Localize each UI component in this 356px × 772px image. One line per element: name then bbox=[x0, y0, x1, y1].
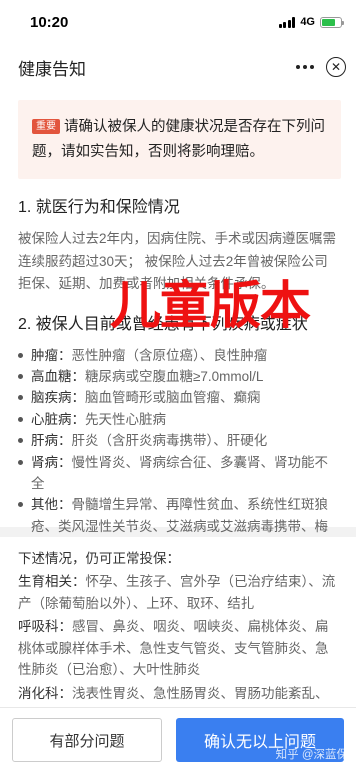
page-title: 健康告知 bbox=[18, 59, 86, 79]
important-badge: 重要 bbox=[32, 119, 60, 134]
allowed-conditions-title: 下述情况，仍可正常投保： bbox=[18, 551, 180, 566]
disease-label: 心脏病： bbox=[31, 411, 85, 427]
disease-text: 肝炎（含肝炎病毒携带）、肝硬化 bbox=[71, 433, 268, 449]
close-icon[interactable]: ✕ bbox=[326, 57, 346, 77]
allowed-label: 生育相关： bbox=[18, 574, 86, 589]
allowed-label: 呼吸科： bbox=[18, 619, 72, 634]
disease-label: 肝病： bbox=[31, 433, 72, 449]
watermark: 知乎 @深蓝保 bbox=[275, 749, 348, 761]
child-version-overlay-text: 儿童版本 bbox=[110, 277, 311, 334]
more-icon[interactable] bbox=[296, 57, 314, 77]
allowed-label: 消化科： bbox=[18, 685, 72, 701]
disease-text: 糖尿病或空腹血糖≥7.0mmol/L bbox=[85, 368, 264, 384]
list-item: 心脏病：先天性心脏病 bbox=[18, 409, 341, 430]
list-item: 高血糖：糖尿病或空腹血糖≥7.0mmol/L bbox=[18, 366, 341, 387]
signal-icon bbox=[278, 16, 296, 28]
footer-bar: 有部分问题 确认无以上问题 bbox=[0, 707, 356, 772]
nav-actions: ✕ bbox=[296, 57, 346, 77]
allowed-item: 呼吸科：感冒、鼻炎、咽炎、咽峡炎、扁桃体炎、扁桃体或腺样体手术、急性支气管炎、支… bbox=[18, 616, 341, 681]
list-item: 肾病：慢性肾炎、肾病综合征、多囊肾、肾功能不全 bbox=[18, 452, 341, 495]
list-item: 脑疾病：脑血管畸形或脑血管瘤、癫痫 bbox=[18, 387, 341, 408]
disease-label: 肿瘤： bbox=[31, 347, 72, 363]
disease-label: 肾病： bbox=[31, 454, 72, 470]
nav-bar: 健康告知 ✕ bbox=[0, 44, 356, 90]
notice-text: 请确认被保人的健康状况是否存在下列问题，请如实告知，否则将影响理赔。 bbox=[32, 119, 325, 160]
disease-list: 肿瘤：恶性肿瘤（含原位癌）、良性肿瘤 高血糖：糖尿病或空腹血糖≥7.0mmol/… bbox=[18, 345, 341, 559]
allowed-conditions-card: 下述情况，仍可正常投保： 生育相关：怀孕、生孩子、宫外孕（已治疗结束）、流产（除… bbox=[0, 537, 356, 707]
disease-label: 脑疾病： bbox=[31, 390, 85, 406]
disease-text: 先天性心脏病 bbox=[85, 411, 166, 427]
allowed-item: 生育相关：怀孕、生孩子、宫外孕（已治疗结束）、流产（除葡萄胎以外）、上环、取环、… bbox=[18, 571, 341, 614]
disease-text: 慢性肾炎、肾病综合征、多囊肾、肾功能不全 bbox=[31, 454, 328, 491]
list-item: 肿瘤：恶性肿瘤（含原位癌）、良性肿瘤 bbox=[18, 345, 341, 366]
disease-label: 高血糖： bbox=[31, 368, 85, 384]
disease-text: 脑血管畸形或脑血管瘤、癫痫 bbox=[85, 390, 261, 406]
battery-icon bbox=[320, 16, 344, 28]
section-title-medical: 1. 就医行为和保险情况 bbox=[18, 199, 180, 216]
status-time: 10:20 bbox=[30, 13, 69, 31]
list-item: 肝病：肝炎（含肝炎病毒携带）、肝硬化 bbox=[18, 430, 341, 451]
disease-label: 其他： bbox=[31, 497, 72, 513]
allowed-item: 消化科：浅表性胃炎、急性肠胃炎、胃肠功能紊乱、急性阑尾炎、胆囊结石或胆囊炎（已切… bbox=[18, 683, 341, 708]
important-notice: 重要 请确认被保人的健康状况是否存在下列问题，请如实告知，否则将影响理赔。 bbox=[18, 100, 341, 179]
network-label: 4G bbox=[300, 16, 315, 28]
disease-text: 恶性肿瘤（含原位癌）、良性肿瘤 bbox=[71, 347, 268, 363]
has-issues-button[interactable]: 有部分问题 bbox=[12, 718, 162, 762]
status-icons: 4G bbox=[278, 16, 344, 28]
status-bar: 10:20 4G bbox=[0, 0, 356, 44]
